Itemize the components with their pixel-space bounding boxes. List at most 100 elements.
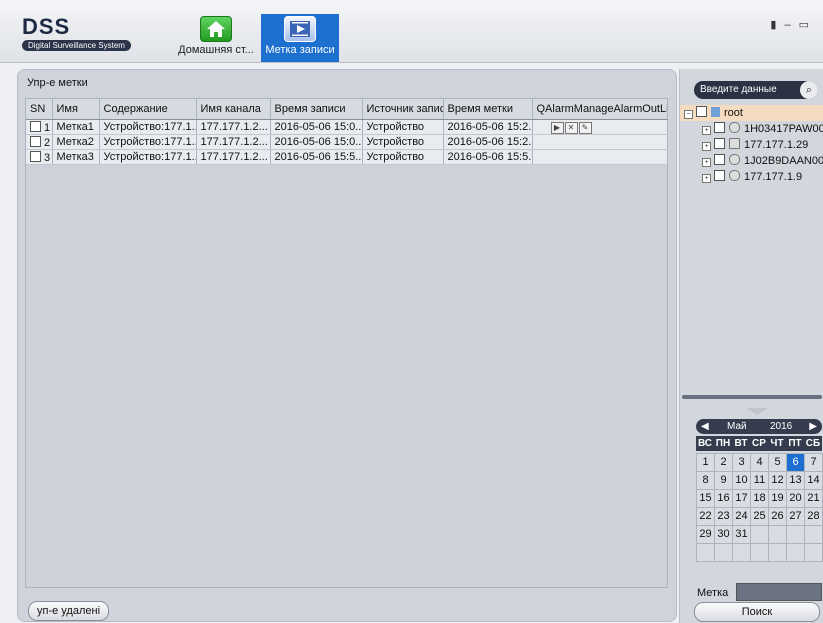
col-channel[interactable]: Имя канала (196, 99, 271, 120)
prev-month-icon[interactable]: ◀ (701, 419, 709, 434)
camera-icon (729, 170, 740, 181)
calendar-day[interactable]: 14 (805, 472, 823, 490)
row-source: Устройство (362, 134, 444, 150)
row-checkbox[interactable] (30, 150, 41, 162)
weekday: ВТ (734, 438, 748, 449)
next-month-icon[interactable]: ▶ (809, 419, 817, 434)
col-sn[interactable]: SN (26, 99, 53, 120)
calendar-day[interactable]: 28 (805, 508, 823, 526)
expand-icon[interactable]: + (702, 158, 711, 167)
tab-record-mark[interactable]: Метка записи (261, 14, 339, 62)
weekday: СР (752, 438, 766, 449)
play-icon[interactable]: ▶ (550, 121, 564, 134)
collapse-calendar-arrow-icon[interactable] (746, 408, 768, 415)
tab-record-label: Метка записи (265, 44, 335, 56)
calendar-day[interactable]: 17 (733, 490, 751, 508)
mark-field[interactable] (736, 583, 822, 601)
row-checkbox[interactable] (30, 120, 41, 132)
calendar-day[interactable]: 23 (715, 508, 733, 526)
table-row[interactable]: 2 Метка2 Устройство:177.1... 177.177.1.2… (26, 134, 668, 150)
tab-home[interactable]: Домашняя ст... (171, 14, 261, 62)
calendar-day[interactable]: 22 (697, 508, 715, 526)
calendar-day[interactable]: 2 (715, 454, 733, 472)
tree-checkbox[interactable] (714, 154, 725, 165)
calendar-day[interactable]: 21 (805, 490, 823, 508)
calendar-day[interactable]: 30 (715, 526, 733, 544)
table-row[interactable]: 1 Метка1 Устройство:177.1... 177.177.1.2… (26, 119, 668, 135)
row-checkbox[interactable] (30, 135, 41, 147)
camera-icon (729, 154, 740, 165)
tree-checkbox[interactable] (714, 138, 725, 149)
mark-management-panel: Упр-е метки SN Имя Содержание Имя канала… (17, 69, 677, 622)
calendar-empty-cell (751, 544, 769, 562)
delete-marks-button[interactable]: уп-е удалені (28, 601, 110, 621)
calendar-day[interactable]: 16 (715, 490, 733, 508)
calendar-day[interactable]: 3 (733, 454, 751, 472)
device-tree: − root +1H03417PAW00 +177.177.1.29 +1J02B… (680, 105, 823, 185)
calendar-empty-cell (805, 544, 823, 562)
calendar-day[interactable]: 9 (715, 472, 733, 490)
calendar-day[interactable]: 20 (787, 490, 805, 508)
calendar-day[interactable]: 19 (769, 490, 787, 508)
calendar-day[interactable]: 27 (787, 508, 805, 526)
minimize-icon[interactable]: – (784, 19, 798, 31)
calendar-day[interactable]: 4 (751, 454, 769, 472)
row-name: Метка1 (52, 119, 100, 135)
calendar-day[interactable]: 24 (733, 508, 751, 526)
row-sn-cell: 3 (26, 149, 53, 165)
expand-icon[interactable]: + (702, 142, 711, 151)
tree-checkbox[interactable] (696, 106, 707, 117)
tree-root[interactable]: − root (680, 105, 823, 121)
col-mark-time[interactable]: Время метки (443, 99, 533, 120)
col-record-time[interactable]: Время записи (270, 99, 363, 120)
tree-item[interactable]: +177.177.1.9 (680, 169, 823, 185)
calendar-day[interactable]: 8 (697, 472, 715, 490)
calendar-day[interactable]: 12 (769, 472, 787, 490)
tree-scrollbar[interactable] (682, 395, 822, 399)
col-source[interactable]: Источник записи (362, 99, 444, 120)
tree-checkbox[interactable] (714, 122, 725, 133)
calendar-day[interactable]: 10 (733, 472, 751, 490)
edit-icon[interactable]: ✎ (578, 121, 592, 134)
calendar-day[interactable]: 5 (769, 454, 787, 472)
expand-icon[interactable]: + (702, 126, 711, 135)
calendar-year[interactable]: 2016 (770, 419, 792, 434)
device-search-input[interactable]: Введите данные ⌕ (694, 81, 818, 99)
search-icon[interactable]: ⌕ (800, 81, 818, 99)
row-source: Устройство (362, 149, 444, 165)
tree-item-label: 177.177.1.29 (744, 139, 809, 151)
calendar-day[interactable]: 15 (697, 490, 715, 508)
calendar-day[interactable]: 13 (787, 472, 805, 490)
maximize-icon[interactable]: ▭ (799, 19, 817, 31)
table-row[interactable]: 3 Метка3 Устройство:177.1... 177.177.1.2… (26, 149, 668, 165)
search-button[interactable]: Поиск (694, 602, 820, 622)
calendar-day[interactable]: 7 (805, 454, 823, 472)
calendar-month[interactable]: Май (727, 419, 747, 434)
calendar-day[interactable]: 25 (751, 508, 769, 526)
side-panel: Введите данные ⌕ − root +1H03417PAW00 +17… (679, 69, 823, 623)
tree-item[interactable]: +1H03417PAW00 (680, 121, 823, 137)
calendar-day[interactable]: 26 (769, 508, 787, 526)
delete-icon[interactable]: ✕ (564, 121, 578, 134)
calendar-day[interactable]: 6 (787, 454, 805, 472)
tree-checkbox[interactable] (714, 170, 725, 181)
tree-item[interactable]: +177.177.1.29 (680, 137, 823, 153)
calendar-empty-cell (787, 544, 805, 562)
calendar-day[interactable]: 1 (697, 454, 715, 472)
row-name: Метка2 (52, 134, 100, 150)
calendar-day[interactable]: 11 (751, 472, 769, 490)
col-alarm-out[interactable]: QAlarmManageAlarmOutLi (532, 99, 668, 120)
window-controls: ▮–▭ (770, 18, 817, 31)
calendar-day[interactable]: 18 (751, 490, 769, 508)
panel-title: Упр-е метки (27, 77, 88, 89)
expand-icon[interactable]: + (702, 174, 711, 183)
col-name[interactable]: Имя (52, 99, 100, 120)
tree-item[interactable]: +1J02B9DAAN000 (680, 153, 823, 169)
collapse-icon[interactable]: − (684, 110, 693, 119)
calendar-day[interactable]: 31 (733, 526, 751, 544)
col-content[interactable]: Содержание (99, 99, 197, 120)
calendar-day[interactable]: 29 (697, 526, 715, 544)
lock-icon[interactable]: ▮ (770, 19, 784, 31)
mark-label: Метка (697, 587, 729, 599)
dss-logo: DSS Digital Surveillance System (22, 16, 131, 51)
